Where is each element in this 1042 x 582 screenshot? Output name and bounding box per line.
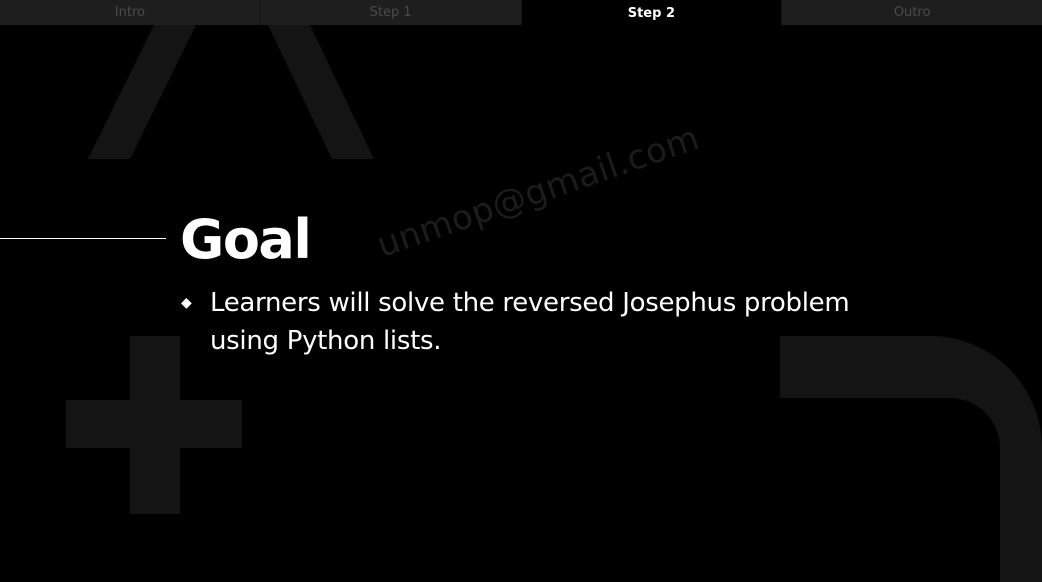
step-tab-bar: Intro Step 1 Step 2 Outro — [0, 0, 1042, 26]
goal-bullet-list: ◆ Learners will solve the reversed Josep… — [180, 284, 900, 360]
decorative-chevron-shape — [88, 25, 374, 159]
decorative-arc-shape — [780, 336, 1042, 582]
title-accent-rule — [0, 238, 166, 239]
tab-intro[interactable]: Intro — [0, 0, 261, 25]
slide-title: Goal — [180, 208, 312, 271]
bullet-text: Learners will solve the reversed Josephu… — [210, 288, 850, 356]
tab-step-2[interactable]: Step 2 — [521, 0, 783, 26]
tab-outro[interactable]: Outro — [782, 0, 1042, 25]
tab-step-1[interactable]: Step 1 — [261, 0, 522, 25]
decorative-plus-shape — [66, 336, 242, 514]
watermark: unmop@gmail.com — [372, 117, 705, 266]
list-item: ◆ Learners will solve the reversed Josep… — [180, 284, 900, 360]
diamond-bullet-icon: ◆ — [181, 295, 192, 311]
